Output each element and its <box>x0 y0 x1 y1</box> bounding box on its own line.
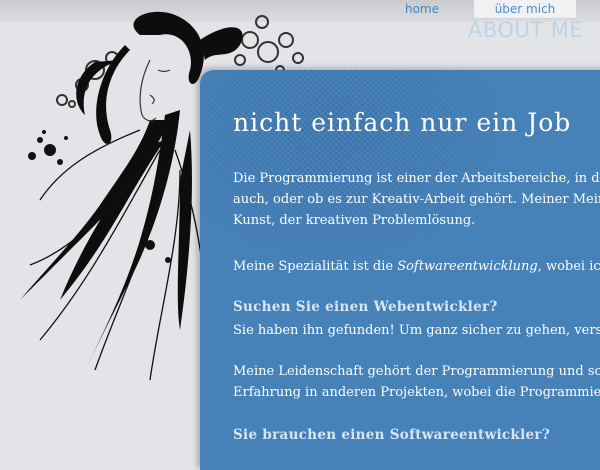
paragraph-passion: Meine Leidenschaft gehört der Programmie… <box>233 361 600 403</box>
paragraph-line: Kunst, der kreativen Problemlösung. <box>233 213 476 228</box>
subheading-software: Sie brauchen einen Softwareentwickler? <box>233 427 551 443</box>
paragraph-line: Sie haben ihn gefunden! Um ganz sicher z… <box>233 323 600 338</box>
paragraph-text: , wobei ich <box>537 259 600 274</box>
subheading-webdev: Suchen Sie einen Webentwickler? <box>233 299 498 315</box>
emphasis-text: Softwareentwicklung <box>397 259 538 274</box>
paragraph-specialty: Meine Spezialität ist die Softwareentwic… <box>233 256 600 277</box>
section-heading: ABOUT ME <box>468 18 584 42</box>
paragraph-intro: Die Programmierung ist einer der Arbeits… <box>233 168 600 231</box>
paragraph-line: auch, oder ob es zur Kreativ-Arbeit gehö… <box>233 192 600 207</box>
page-title: nicht einfach nur ein Job <box>233 108 572 137</box>
nav-home-link[interactable]: home <box>382 0 462 18</box>
paragraph-line: Die Programmierung ist einer der Arbeits… <box>233 171 600 186</box>
face-outline <box>139 59 171 122</box>
paragraph-line: Meine Leidenschaft gehört der Programmie… <box>233 364 600 379</box>
paragraph-line: Erfahrung in anderen Projekten, wobei di… <box>233 385 600 400</box>
nav-about-link[interactable]: über mich <box>474 0 576 19</box>
paragraph-found: Sie haben ihn gefunden! Um ganz sicher z… <box>233 320 600 341</box>
content-panel: nicht einfach nur ein Job Die Programmie… <box>200 70 600 470</box>
paragraph-text: Meine Spezialität ist die <box>233 259 398 274</box>
